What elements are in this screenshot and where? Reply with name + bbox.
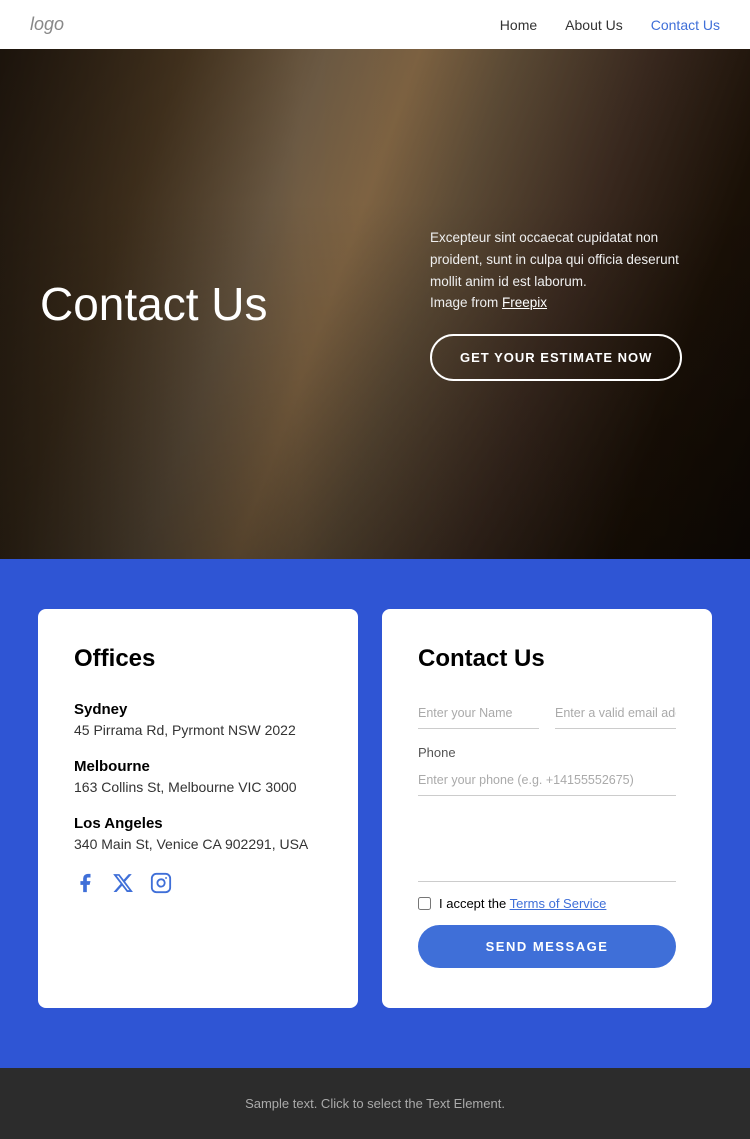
nav-home[interactable]: Home: [500, 17, 537, 33]
terms-checkbox[interactable]: [418, 897, 431, 910]
facebook-icon[interactable]: [74, 872, 96, 900]
phone-group: Phone: [418, 745, 676, 796]
nav-links: Home About Us Contact Us: [500, 17, 720, 33]
blue-section: Offices Sydney 45 Pirrama Rd, Pyrmont NS…: [0, 559, 750, 1068]
footer-text[interactable]: Sample text. Click to select the Text El…: [30, 1096, 720, 1111]
nav-about[interactable]: About Us: [565, 17, 623, 33]
cta-button[interactable]: GET YOUR ESTIMATE NOW: [430, 334, 682, 381]
hero-section: Contact Us Excepteur sint occaecat cupid…: [0, 49, 750, 559]
hero-content: Contact Us Excepteur sint occaecat cupid…: [0, 227, 750, 380]
offices-title: Offices: [74, 645, 322, 673]
instagram-icon[interactable]: [150, 872, 172, 900]
terms-text: I accept the Terms of Service: [439, 896, 606, 911]
terms-link[interactable]: Terms of Service: [510, 896, 607, 911]
losangeles-address: 340 Main St, Venice CA 902291, USA: [74, 836, 322, 852]
terms-row: I accept the Terms of Service: [418, 896, 676, 911]
contact-card: Contact Us Phone I accept the Terms of S…: [382, 609, 712, 1008]
phone-label: Phone: [418, 745, 676, 760]
send-message-button[interactable]: SEND MESSAGE: [418, 925, 676, 968]
phone-input[interactable]: [418, 764, 676, 796]
twitter-icon[interactable]: [112, 872, 134, 900]
sydney-address: 45 Pirrama Rd, Pyrmont NSW 2022: [74, 722, 322, 738]
name-input[interactable]: [418, 697, 539, 729]
name-email-row: [418, 697, 676, 729]
contact-form-title: Contact Us: [418, 645, 676, 673]
message-group: [418, 810, 676, 882]
sydney-city: Sydney: [74, 701, 322, 718]
offices-card: Offices Sydney 45 Pirrama Rd, Pyrmont NS…: [38, 609, 358, 1008]
freepix-link[interactable]: Freepix: [502, 295, 547, 310]
logo: logo: [30, 14, 64, 35]
footer: Sample text. Click to select the Text El…: [0, 1068, 750, 1139]
navbar: logo Home About Us Contact Us: [0, 0, 750, 49]
hero-right: Excepteur sint occaecat cupidatat non pr…: [430, 227, 710, 380]
losangeles-city: Los Angeles: [74, 815, 322, 832]
social-icons: [74, 872, 322, 900]
hero-title: Contact Us: [40, 279, 268, 330]
melbourne-city: Melbourne: [74, 758, 322, 775]
office-sydney: Sydney 45 Pirrama Rd, Pyrmont NSW 2022: [74, 701, 322, 738]
melbourne-address: 163 Collins St, Melbourne VIC 3000: [74, 779, 322, 795]
message-textarea[interactable]: [418, 810, 676, 882]
office-losangeles: Los Angeles 340 Main St, Venice CA 90229…: [74, 815, 322, 852]
nav-contact[interactable]: Contact Us: [651, 17, 720, 33]
office-melbourne: Melbourne 163 Collins St, Melbourne VIC …: [74, 758, 322, 795]
hero-description: Excepteur sint occaecat cupidatat non pr…: [430, 227, 710, 313]
email-input[interactable]: [555, 697, 676, 729]
